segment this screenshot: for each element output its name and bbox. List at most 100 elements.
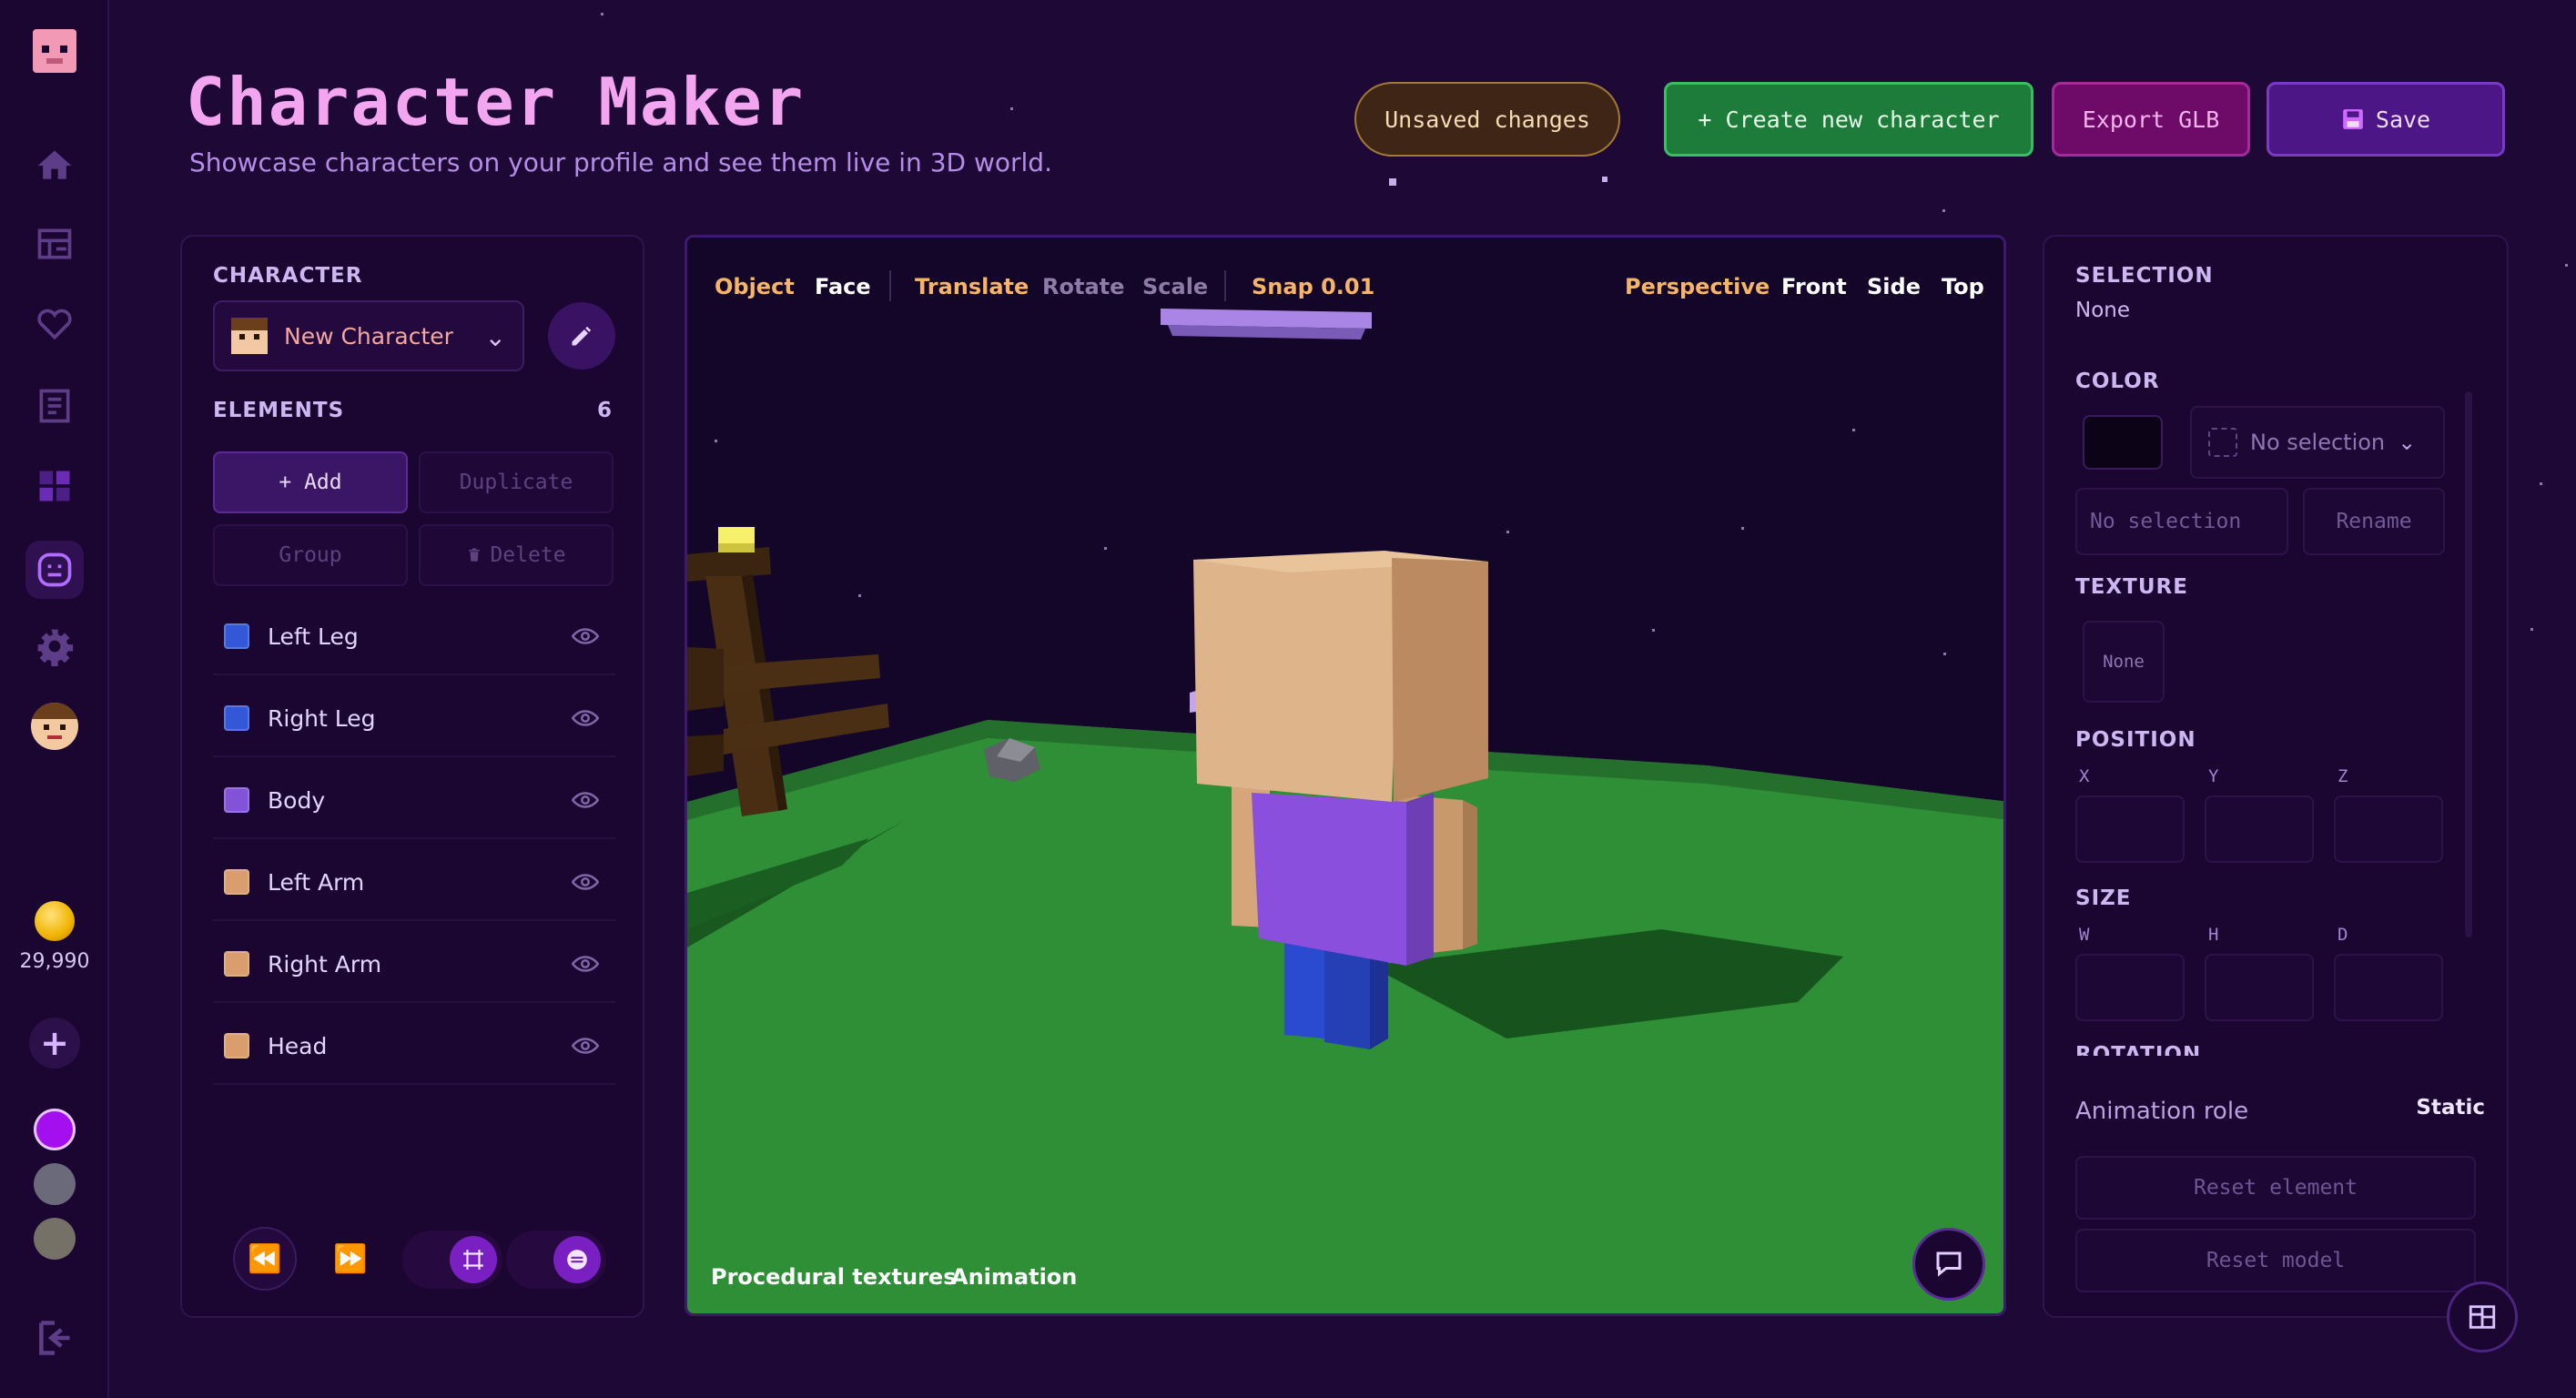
character-icon[interactable] (25, 541, 84, 599)
save-button[interactable]: Save (2267, 82, 2505, 157)
element-name-input[interactable]: No selection (2075, 488, 2288, 555)
background-star (1942, 209, 1945, 212)
tool-scale[interactable]: Scale (1142, 274, 1208, 299)
view-front[interactable]: Front (1781, 274, 1847, 299)
theme-swatch-purple[interactable] (34, 1109, 76, 1150)
background-star (601, 13, 603, 15)
properties-scrollbar[interactable] (2465, 391, 2472, 937)
tool-translate[interactable]: Translate (915, 274, 1029, 299)
grid-icon[interactable] (31, 462, 78, 510)
duplicate-button[interactable]: Duplicate (419, 451, 614, 513)
add-coins-button[interactable]: + (29, 1018, 80, 1069)
elements-section-label: ELEMENTS (213, 399, 345, 422)
theme-swatch-gray[interactable] (34, 1163, 76, 1205)
view-side[interactable]: Side (1867, 274, 1921, 299)
tool-object[interactable]: Object (715, 274, 795, 299)
decor-mark (1602, 177, 1607, 182)
texture-label: TEXTURE (2075, 575, 2188, 599)
gear-icon[interactable] (31, 623, 78, 670)
left-rail: 29,990 + (0, 0, 109, 1398)
view-top[interactable]: Top (1942, 274, 1984, 299)
layout-toggle-button[interactable] (2447, 1282, 2518, 1352)
reset-element-button[interactable]: Reset element (2075, 1156, 2476, 1220)
storefront-icon[interactable] (31, 220, 78, 268)
eye-icon[interactable] (572, 709, 599, 727)
page-title: Character Maker (186, 64, 806, 140)
character-section-label: CHARACTER (213, 264, 363, 288)
element-row[interactable]: Body (213, 763, 615, 839)
background-star (1010, 107, 1013, 110)
color-select-value: No selection (2250, 430, 2386, 455)
decor-mark (1389, 178, 1396, 186)
delete-button[interactable]: Delete (419, 524, 614, 586)
elements-panel: CHARACTER New Character ⌄ ELEMENTS 6 + A… (180, 235, 644, 1318)
eye-icon[interactable] (572, 627, 599, 645)
theme-swatch-taupe[interactable] (34, 1218, 76, 1260)
pos-y-input[interactable] (2205, 795, 2314, 863)
element-color-swatch (224, 705, 249, 731)
size-w-label: W (2079, 925, 2090, 945)
size-h-input[interactable] (2205, 954, 2314, 1021)
eye-icon[interactable] (572, 873, 599, 891)
texture-select[interactable]: None (2083, 621, 2165, 703)
pos-x-label: X (2079, 766, 2090, 786)
rewind-button[interactable]: ⏪ (233, 1227, 297, 1291)
layout-icon (2469, 1305, 2496, 1329)
rename-button[interactable]: Rename (2303, 488, 2445, 555)
layers-icon (553, 1236, 601, 1283)
element-row[interactable]: Right Arm (213, 927, 615, 1003)
pos-y-label: Y (2208, 766, 2219, 786)
frame-toggle[interactable] (402, 1231, 502, 1289)
element-name: Body (268, 786, 326, 814)
delete-label: Delete (490, 543, 566, 567)
chat-icon (1936, 1251, 1962, 1277)
element-color-swatch (224, 623, 249, 649)
3d-scene[interactable] (687, 238, 2006, 1316)
eye-icon[interactable] (572, 791, 599, 809)
character-select[interactable]: New Character ⌄ (213, 300, 524, 371)
animation-tab[interactable]: Animation (951, 1264, 1077, 1290)
properties-panel: SELECTION None COLOR No selection ⌄ No s… (2043, 235, 2509, 1318)
procedural-textures-tab[interactable]: Procedural textures (711, 1264, 956, 1290)
edit-character-button[interactable] (548, 302, 615, 370)
home-icon[interactable] (31, 142, 78, 189)
export-glb-button[interactable]: Export GLB (2052, 82, 2250, 157)
fast-forward-button[interactable]: ⏩ (319, 1227, 382, 1291)
element-color-swatch (224, 869, 249, 895)
chat-button[interactable] (1912, 1228, 1985, 1301)
tool-rotate[interactable]: Rotate (1042, 274, 1124, 299)
layers-toggle[interactable] (506, 1231, 606, 1289)
color-select[interactable]: No selection ⌄ (2190, 406, 2445, 479)
toolbar-divider (889, 270, 891, 301)
element-name: Right Arm (268, 950, 382, 978)
element-row[interactable]: Head (213, 1008, 615, 1085)
view-perspective[interactable]: Perspective (1625, 274, 1770, 299)
3d-viewport[interactable]: Object Face Translate Rotate Scale Snap … (685, 235, 2006, 1316)
animation-role-select[interactable]: Static (2416, 1096, 2485, 1119)
snap-toggle[interactable]: Snap 0.01 (1252, 274, 1374, 299)
save-button-label: Save (2375, 106, 2431, 133)
color-swatch[interactable] (2083, 415, 2163, 470)
pos-x-input[interactable] (2075, 795, 2185, 863)
element-name: Left Leg (268, 623, 359, 650)
size-d-input[interactable] (2334, 954, 2443, 1021)
user-avatar[interactable] (31, 703, 78, 750)
group-button[interactable]: Group (213, 524, 408, 586)
pos-z-input[interactable] (2334, 795, 2443, 863)
create-new-character-button[interactable]: + Create new character (1664, 82, 2033, 157)
pig-logo-icon[interactable] (33, 29, 76, 73)
element-row[interactable]: Left Arm (213, 845, 615, 921)
collapse-sidebar-icon[interactable] (31, 1314, 78, 1362)
eye-icon[interactable] (572, 955, 599, 973)
tool-face[interactable]: Face (815, 274, 871, 299)
add-element-button[interactable]: + Add (213, 451, 408, 513)
eye-icon[interactable] (572, 1037, 599, 1055)
element-row[interactable]: Left Leg (213, 599, 615, 675)
element-name: Head (268, 1032, 328, 1059)
element-row[interactable]: Right Leg (213, 681, 615, 757)
heart-icon[interactable] (31, 300, 78, 348)
reset-model-button[interactable]: Reset model (2075, 1229, 2476, 1292)
selection-value: None (2075, 299, 2131, 322)
document-icon[interactable] (31, 382, 78, 430)
size-w-input[interactable] (2075, 954, 2185, 1021)
